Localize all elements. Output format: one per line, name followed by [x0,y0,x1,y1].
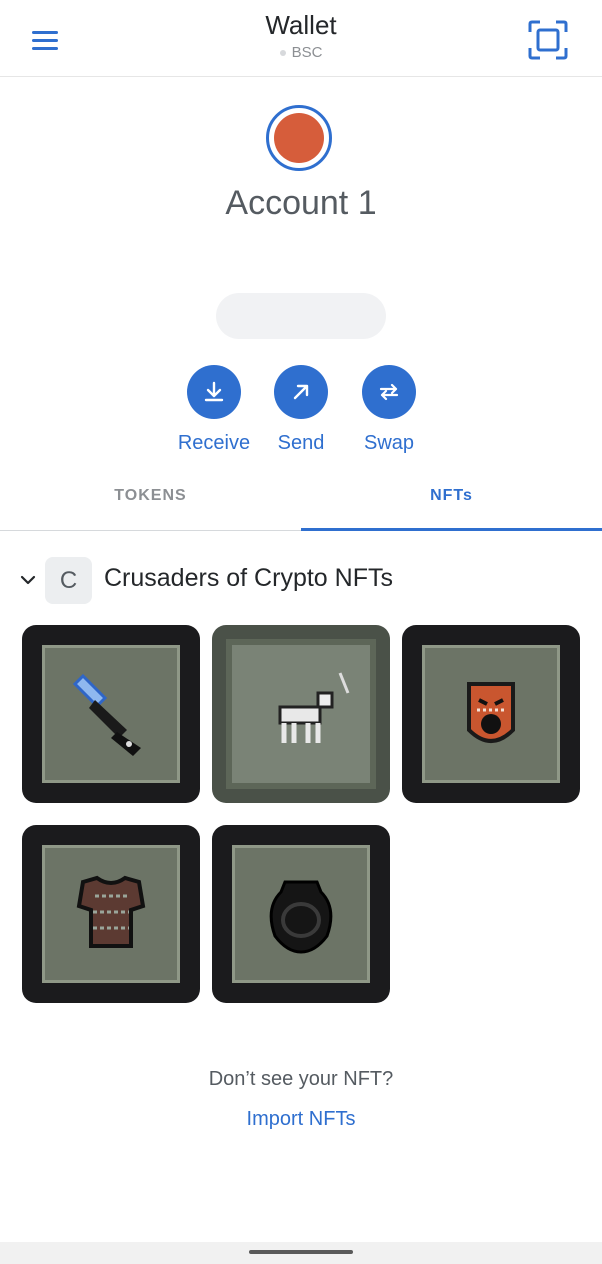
qr-scan-icon[interactable] [526,18,570,62]
swap-label: Swap [363,432,415,454]
swap-icon [362,365,416,419]
armor-nft-icon [76,875,146,948]
account-avatar[interactable] [266,105,332,171]
import-nfts-link[interactable]: Import NFTs [0,1108,602,1131]
receive-icon [187,365,241,419]
nft-frame [42,845,180,983]
send-button[interactable]: Send [261,365,341,455]
account-name[interactable]: Account 1 [0,184,602,223]
dog-skeleton-nft-icon [278,672,350,743]
home-indicator[interactable] [249,1250,353,1254]
active-tab-indicator [301,528,602,531]
collection-badge: C [45,557,92,604]
receive-button[interactable]: Receive [174,365,254,455]
chevron-down-icon[interactable] [18,568,38,592]
nft-tile[interactable] [22,625,200,803]
network-status-dot [279,50,286,57]
receive-label: Receive [177,432,251,454]
black-pot-nft-icon [269,880,333,954]
demon-shield-nft-icon [467,682,515,743]
send-arrow-icon [274,365,328,419]
balance-placeholder [216,293,386,339]
avatar [274,113,324,163]
nft-tile[interactable] [22,825,200,1003]
collection-title[interactable]: Crusaders of Crypto NFTs [104,564,393,593]
tab-tokens[interactable]: TOKENS [0,476,301,530]
send-label: Send [277,432,325,454]
network-selector[interactable]: BSC [0,44,602,61]
nft-tile[interactable] [212,625,390,803]
nft-frame [232,845,370,983]
nft-frame [226,639,376,789]
network-name: BSC [291,44,323,61]
page-title: Wallet [265,10,337,40]
nft-tile[interactable] [212,825,390,1003]
nft-frame [42,645,180,783]
nft-frame [422,645,560,783]
tab-nfts[interactable]: NFTs [301,476,602,530]
missing-nft-text: Don’t see your NFT? [208,1068,394,1090]
nft-tile[interactable] [402,625,580,803]
sword-nft-icon [72,673,141,756]
swap-button[interactable]: Swap [349,365,429,455]
